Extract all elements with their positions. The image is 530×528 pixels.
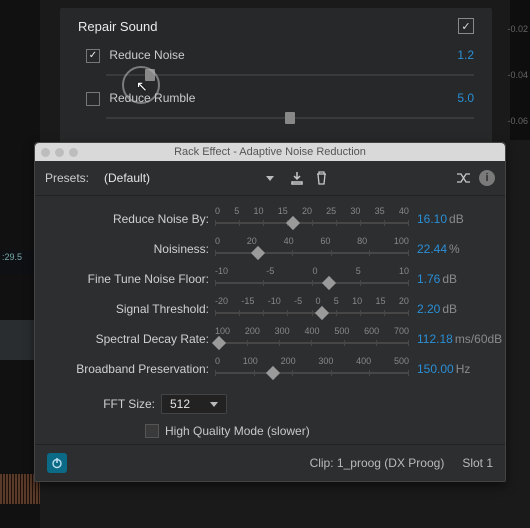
chevron-down-icon [266,176,274,181]
param-slider[interactable]: 020406080100 [215,236,409,262]
param-label: Signal Threshold: [47,302,215,316]
param-label: Fine Tune Noise Floor: [47,272,215,286]
param-label: Spectral Decay Rate: [47,332,215,346]
param-slider[interactable]: 100200300400500600700 [215,326,409,352]
presets-label: Presets: [45,171,89,185]
param-label: Noisiness: [47,242,215,256]
chevron-down-icon [210,402,218,407]
panel-title: Repair Sound [78,19,158,34]
info-icon[interactable]: i [479,170,495,186]
high-quality-label: High Quality Mode (slower) [165,424,310,438]
param-value[interactable]: 16.10dB [409,212,493,226]
param-slider[interactable]: -20-15-10-505101520 [215,296,409,322]
reduce-rumble-value[interactable]: 5.0 [457,91,474,105]
param-value[interactable]: 1.76dB [409,272,493,286]
reduce-noise-value[interactable]: 1.2 [457,48,474,62]
param-value[interactable]: 112.18ms/60dB [409,332,493,346]
window-title: Rack Effect - Adaptive Noise Reduction [35,146,505,158]
channel-map-icon[interactable] [455,170,471,186]
save-preset-icon[interactable] [289,170,305,186]
param-label: Reduce Noise By: [47,212,215,226]
preset-dropdown[interactable]: (Default) [97,168,281,188]
param-value[interactable]: 22.44% [409,242,493,256]
fft-size-label: FFT Size: [47,397,161,411]
rack-effect-window: Rack Effect - Adaptive Noise Reduction P… [34,142,506,482]
reduce-rumble-checkbox[interactable] [86,92,100,106]
param-slider[interactable]: -10-50510 [215,266,409,292]
fft-size-select[interactable]: 512 [161,394,227,414]
slot-info: Slot 1 [462,456,493,470]
param-value[interactable]: 150.00Hz [409,362,493,376]
reduce-noise-label: Reduce Noise [109,48,184,62]
reduce-noise-checkbox[interactable]: ✓ [86,49,100,63]
repair-sound-panel: Repair Sound ✓ ✓ Reduce Noise 1.2 Reduce… [60,8,492,150]
repair-master-checkbox[interactable]: ✓ [458,18,474,34]
param-slider[interactable]: 0510152025303540 [215,206,409,232]
close-icon[interactable] [41,148,50,157]
delete-preset-icon[interactable] [313,170,329,186]
reduce-noise-slider[interactable] [106,67,474,83]
param-value[interactable]: 2.20dB [409,302,493,316]
power-toggle[interactable] [47,453,67,473]
param-slider[interactable]: 0100200300400500 [215,356,409,382]
high-quality-checkbox[interactable] [145,424,159,438]
reduce-rumble-label: Reduce Rumble [109,91,195,105]
ruler: -0.02 -0.04 -0.06 [510,0,530,140]
zoom-icon[interactable] [69,148,78,157]
clip-info: Clip: 1_proog (DX Proog) [310,456,445,470]
window-titlebar[interactable]: Rack Effect - Adaptive Noise Reduction [35,143,505,161]
param-label: Broadband Preservation: [47,362,215,376]
reduce-rumble-slider[interactable] [106,110,474,126]
minimize-icon[interactable] [55,148,64,157]
